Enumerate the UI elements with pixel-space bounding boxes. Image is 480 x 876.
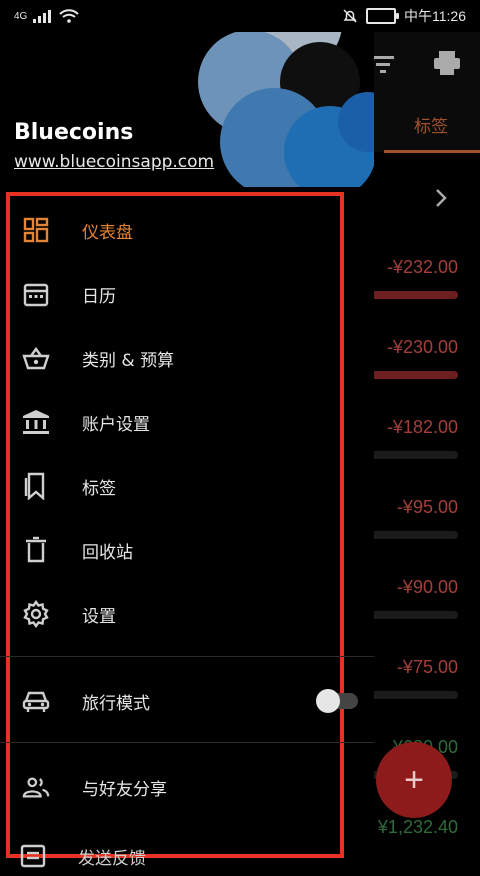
menu-label-calendar: 日历 xyxy=(82,286,116,307)
toggle-knob xyxy=(316,689,340,713)
progress-bar-4 xyxy=(370,531,458,539)
calendar-icon xyxy=(22,280,50,308)
menu-label-trash: 回收站 xyxy=(82,542,133,563)
menu-item-trash[interactable]: 回收站 xyxy=(10,526,364,574)
menu-label-share: 与好友分享 xyxy=(82,779,167,800)
progress-bar-3 xyxy=(370,451,458,459)
amount-1: -¥232.00 xyxy=(386,257,458,277)
add-transaction-button[interactable]: + xyxy=(376,742,452,818)
bank-icon xyxy=(22,408,50,436)
amount-5: -¥90.00 xyxy=(396,577,458,597)
feedback-icon xyxy=(20,843,46,869)
print-icon[interactable] xyxy=(432,50,462,76)
wifi-icon xyxy=(59,9,80,23)
amount-6: -¥75.00 xyxy=(396,657,458,677)
basket-icon xyxy=(22,344,50,372)
dashboard-icon xyxy=(22,216,50,244)
menu-item-categories-budget[interactable]: 类别 & 预算 xyxy=(10,334,364,382)
status-bar: 4G 中午11:26 xyxy=(0,0,480,32)
network-type: 4G xyxy=(14,10,28,22)
menu-label-tags: 标签 xyxy=(82,478,116,499)
header-decoration xyxy=(198,32,374,187)
menu-label-travel-mode: 旅行模式 xyxy=(82,693,150,714)
chevron-right-icon[interactable] xyxy=(434,188,448,208)
progress-bar-6 xyxy=(370,691,458,699)
menu-item-travel-mode[interactable]: 旅行模式 xyxy=(10,677,364,725)
menu-item-feedback[interactable]: 发送反馈 xyxy=(20,836,146,876)
travel-mode-toggle[interactable] xyxy=(316,689,360,713)
amount-2: -¥230.00 xyxy=(386,337,458,357)
menu-label-dashboard: 仪表盘 xyxy=(82,222,133,243)
status-time: 中午11:26 xyxy=(404,8,466,24)
menu-divider xyxy=(0,656,374,657)
signal-icon xyxy=(33,10,52,23)
navigation-drawer: Bluecoins www.bluecoinsapp.com 仪表盘 日历 类别… xyxy=(0,32,374,869)
drawer-header: Bluecoins www.bluecoinsapp.com xyxy=(0,32,374,187)
mute-bell-icon xyxy=(343,9,357,23)
menu-item-settings[interactable]: 设置 xyxy=(10,590,364,638)
amount-8: ¥1,232.40 xyxy=(377,817,458,837)
progress-bar-1 xyxy=(370,291,458,299)
menu-label-account-settings: 账户设置 xyxy=(82,414,150,435)
people-icon xyxy=(22,773,50,801)
menu-item-account-settings[interactable]: 账户设置 xyxy=(10,398,364,446)
tab-indicator xyxy=(384,150,480,153)
amount-3: -¥182.00 xyxy=(386,417,458,437)
menu-item-share[interactable]: 与好友分享 xyxy=(10,763,364,811)
app-title: Bluecoins xyxy=(14,120,134,145)
menu-divider-2 xyxy=(0,742,374,743)
menu-label-feedback: 发送反馈 xyxy=(78,848,146,869)
menu-item-calendar[interactable]: 日历 xyxy=(10,270,364,318)
battery-icon xyxy=(366,8,399,24)
car-icon xyxy=(22,687,50,715)
menu-item-dashboard[interactable]: 仪表盘 xyxy=(10,206,364,254)
progress-bar-5 xyxy=(370,611,458,619)
amount-4: -¥95.00 xyxy=(396,497,458,517)
gear-icon xyxy=(22,600,50,628)
tab-tags[interactable]: 标签 xyxy=(414,112,448,137)
bookmark-icon xyxy=(22,472,50,500)
menu-label-settings: 设置 xyxy=(82,606,116,627)
menu-item-tags[interactable]: 标签 xyxy=(10,462,364,510)
progress-bar-2 xyxy=(370,371,458,379)
trash-icon xyxy=(22,536,50,564)
menu-label-categories-budget: 类别 & 预算 xyxy=(82,350,175,371)
website-link[interactable]: www.bluecoinsapp.com xyxy=(14,152,214,172)
